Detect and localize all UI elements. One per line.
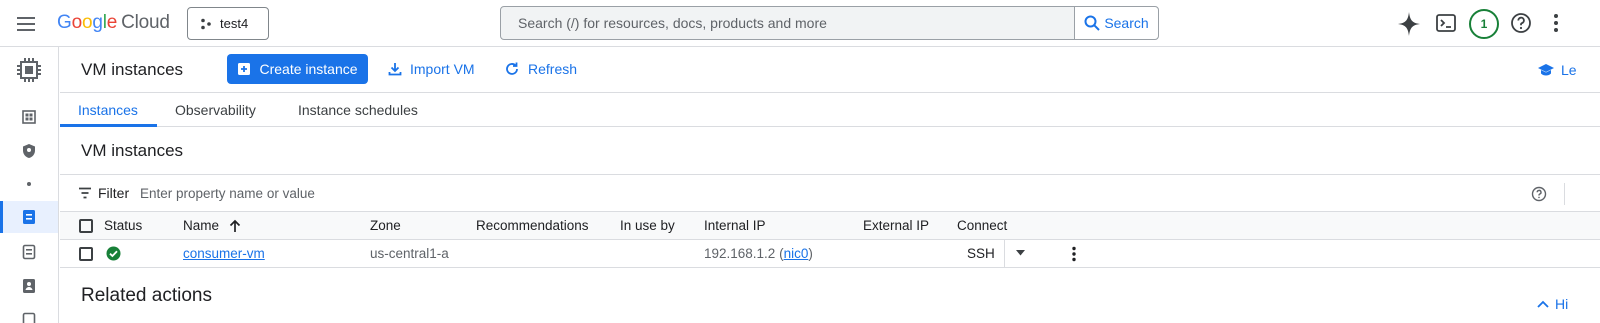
column-header-recommendations[interactable]: Recommendations [476, 218, 589, 233]
filter-icon [78, 187, 92, 199]
top-bar: Google Cloud test4 Search (/) for resourc… [0, 0, 1600, 47]
tab-label: Observability [175, 101, 256, 118]
active-nav-indicator [0, 201, 3, 233]
instance-templates-icon[interactable] [18, 241, 40, 263]
table-row: consumer-vm us-central1-a 192.168.1.2 (n… [60, 240, 1600, 268]
left-nav-rail [0, 47, 59, 323]
project-picker-button[interactable]: test4 [187, 7, 269, 40]
column-help-icon[interactable] [1531, 186, 1547, 202]
column-header-status[interactable]: Status [104, 218, 142, 233]
internal-ip-cell: 192.168.1.2 (nic0) [704, 246, 813, 261]
help-icon[interactable] [1510, 12, 1532, 42]
menu-icon[interactable] [14, 12, 38, 36]
sole-tenant-nodes-icon[interactable] [18, 275, 40, 297]
search-button-label: Search [1104, 15, 1149, 31]
add-box-icon [237, 62, 251, 76]
filter-input[interactable]: Enter property name or value [140, 186, 315, 201]
hide-related-button[interactable]: Hi [1537, 296, 1568, 312]
row-actions-icon[interactable] [1071, 246, 1077, 262]
section-title: VM instances [81, 141, 184, 160]
dashboard-icon[interactable] [18, 106, 40, 128]
tab-observability[interactable]: Observability [175, 93, 256, 126]
learn-button[interactable]: Le [1537, 62, 1577, 78]
project-icon [200, 18, 212, 30]
filter-bar: Filter Enter property name or value [60, 174, 1600, 212]
google-cloud-logo[interactable]: Google Cloud [57, 12, 170, 34]
logo-letter: G [57, 12, 72, 33]
ssh-button[interactable]: SSH [967, 246, 995, 261]
nic-close-paren: ) [808, 246, 813, 261]
logo-letter: e [106, 12, 118, 33]
zone-cell: us-central1-a [370, 246, 449, 261]
search-bar[interactable]: Search (/) for resources, docs, products… [500, 6, 1159, 40]
more-nav-icon[interactable] [18, 309, 40, 323]
ssh-dropdown-icon[interactable] [1016, 250, 1025, 256]
nic-link[interactable]: nic0 [784, 246, 809, 261]
vm-instances-nav-icon[interactable] [18, 206, 40, 228]
column-header-connect[interactable]: Connect [957, 218, 1007, 233]
tab-instance-schedules[interactable]: Instance schedules [298, 93, 418, 126]
internal-ip-value: 192.168.1.2 [704, 246, 776, 261]
hide-label: Hi [1555, 296, 1569, 312]
column-header-name[interactable]: Name [183, 218, 219, 233]
active-tab-indicator [60, 124, 157, 127]
compute-engine-chip-icon[interactable] [14, 55, 44, 85]
tab-label: Instances [78, 101, 138, 118]
import-vm-button[interactable]: Import VM [388, 54, 475, 84]
table-header: Status Name Zone Recommendations In use … [60, 212, 1600, 240]
collapsed-dot-icon [18, 173, 40, 195]
column-header-internal-ip[interactable]: Internal IP [704, 218, 766, 233]
notifications-count: 1 [1480, 17, 1488, 31]
tab-instances[interactable]: Instances [78, 93, 138, 126]
search-icon [1084, 15, 1101, 31]
school-icon [1537, 63, 1555, 77]
refresh-button[interactable]: Refresh [504, 54, 577, 84]
project-name: test4 [220, 16, 249, 31]
refresh-icon [504, 61, 520, 77]
import-icon [388, 62, 402, 76]
column-header-in-use-by[interactable]: In use by [620, 218, 675, 233]
filter-button[interactable]: Filter [78, 185, 129, 201]
sort-ascending-icon[interactable] [229, 219, 241, 233]
security-shield-icon[interactable] [18, 140, 40, 162]
logo-letter: o [81, 12, 93, 33]
cloud-shell-icon[interactable] [1435, 12, 1457, 42]
select-all-checkbox[interactable] [79, 219, 93, 233]
create-instance-label: Create instance [259, 61, 358, 77]
column-header-zone[interactable]: Zone [370, 218, 401, 233]
logo-cloud-text: Cloud [121, 12, 170, 33]
filter-label: Filter [98, 185, 130, 201]
chevron-up-icon [1537, 300, 1549, 308]
ssh-divider [1004, 240, 1005, 267]
notifications-badge[interactable]: 1 [1469, 9, 1499, 39]
column-header-external-ip[interactable]: External IP [863, 218, 929, 233]
create-instance-button[interactable]: Create instance [227, 54, 368, 84]
page-title: VM instances [81, 60, 184, 79]
divider [1564, 183, 1565, 205]
column-header-name-label: Name [183, 218, 220, 233]
row-checkbox[interactable] [79, 247, 93, 261]
tab-label: Instance schedules [298, 101, 418, 118]
status-running-icon [106, 246, 121, 261]
logo-letter: o [71, 12, 83, 33]
logo-letter: g [92, 12, 103, 33]
search-button[interactable]: Search [1074, 7, 1158, 39]
import-vm-label: Import VM [410, 61, 475, 77]
related-actions-title: Related actions [81, 285, 212, 306]
page-header: VM instances Create instance Import VM R… [60, 47, 1600, 93]
nic-open-paren: ( [775, 246, 784, 261]
search-input[interactable]: Search (/) for resources, docs, products… [501, 15, 1074, 31]
gemini-sparkle-icon[interactable] [1396, 9, 1422, 39]
learn-label: Le [1561, 62, 1577, 78]
refresh-label: Refresh [528, 61, 578, 77]
instance-name-link[interactable]: consumer-vm [183, 246, 265, 261]
more-vert-icon[interactable] [1552, 13, 1560, 43]
tab-bar: Instances Observability Instance schedul… [60, 93, 1600, 127]
